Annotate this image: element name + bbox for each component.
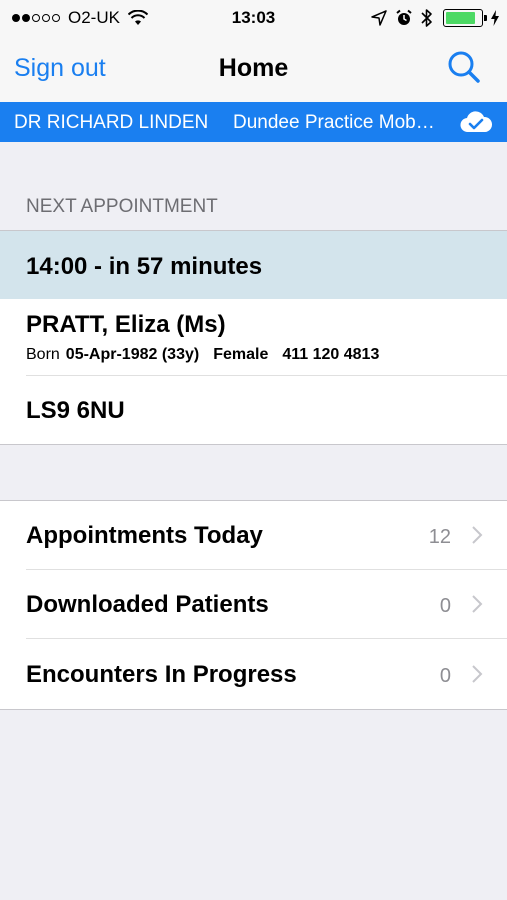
- appointment-time: 14:00 - in 57 minutes: [26, 253, 263, 280]
- cloud-check-icon: [460, 111, 493, 133]
- patient-postcode: LS9 6NU: [26, 397, 125, 424]
- menu-item-label: Downloaded Patients: [26, 591, 269, 618]
- practice-name: Dundee Practice Mob…: [233, 112, 435, 133]
- chevron-right-icon: [472, 595, 483, 613]
- status-right: [363, 8, 499, 28]
- page-title: Home: [218, 54, 289, 82]
- divider: [26, 375, 507, 376]
- bluetooth-icon: [421, 9, 432, 27]
- divider: [26, 638, 507, 639]
- menu-item-count: 12: [428, 526, 451, 548]
- search-button[interactable]: [447, 50, 481, 89]
- patient-dob: 05-Apr-1982 (33y): [65, 346, 200, 363]
- patient-details: Born 05-Apr-1982 (33y) Female 411 120 4813: [26, 346, 393, 364]
- chevron-right-icon: [472, 526, 483, 544]
- next-appointment-patient[interactable]: PRATT, Eliza (Ms) Born 05-Apr-1982 (33y) F…: [0, 299, 507, 445]
- location-arrow-icon: [371, 10, 387, 26]
- user-name: DR RICHARD LINDEN: [14, 112, 209, 133]
- patient-name: PRATT, Eliza (Ms): [26, 311, 226, 338]
- patient-nhs-number: 411 120 4813: [282, 346, 380, 363]
- user-strip: DR RICHARD LINDEN Dundee Practice Mob…: [0, 102, 507, 142]
- alarm-clock-icon: [396, 9, 412, 25]
- battery-fill: [446, 12, 475, 24]
- downloaded-patients-row[interactable]: Downloaded Patients 0: [0, 570, 507, 639]
- patient-gender: Female: [213, 346, 269, 363]
- chevron-right-icon: [472, 665, 483, 683]
- charging-bolt-icon: [491, 10, 499, 26]
- search-icon: [448, 51, 480, 83]
- battery-cap: [484, 15, 487, 21]
- navigation-bar: Sign out Home: [0, 36, 507, 102]
- next-appointment-header: NEXT APPOINTMENT: [26, 196, 218, 217]
- status-bar: O2-UK 13:03: [0, 0, 507, 36]
- menu-item-label: Appointments Today: [26, 522, 263, 549]
- menu-item-count: 0: [439, 595, 451, 617]
- battery-icon: [443, 9, 487, 27]
- born-label: Born: [26, 346, 60, 363]
- menu-item-label: Encounters In Progress: [26, 661, 297, 688]
- home-menu-list: Appointments Today 12 Downloaded Patient…: [0, 500, 507, 710]
- sync-button[interactable]: [459, 109, 493, 141]
- menu-item-count: 0: [439, 665, 451, 687]
- encounters-in-progress-row[interactable]: Encounters In Progress 0: [0, 640, 507, 709]
- next-appointment-time-row[interactable]: 14:00 - in 57 minutes: [0, 230, 507, 299]
- appointments-today-row[interactable]: Appointments Today 12: [0, 501, 507, 570]
